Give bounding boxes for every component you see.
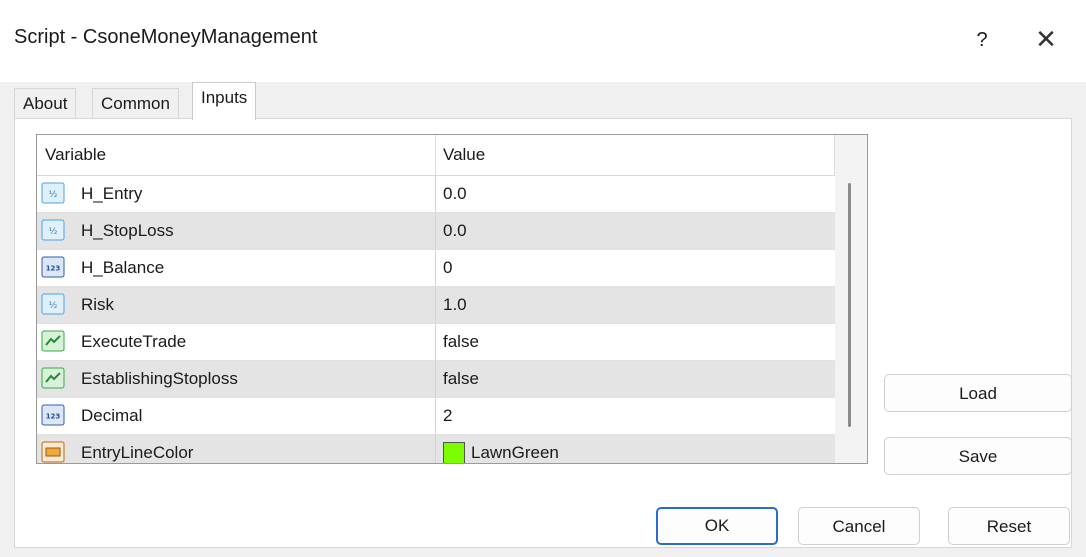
- table-row[interactable]: ½ Risk 1.0: [37, 287, 835, 324]
- load-button[interactable]: Load: [884, 374, 1072, 412]
- svg-text:½: ½: [49, 227, 58, 237]
- tab-about[interactable]: About: [14, 88, 77, 119]
- inputs-panel: Variable Value ½ H_Entry 0.0 ½ H_StopLos…: [14, 118, 1072, 548]
- cell-divider: [435, 176, 436, 212]
- variable-name: ExecuteTrade: [81, 332, 187, 351]
- color-icon: [41, 441, 65, 463]
- title-bar: Script - CsoneMoneyManagement ? ✕: [0, 0, 1086, 82]
- variable-name: EntryLineColor: [81, 443, 194, 462]
- tab-inputs[interactable]: Inputs: [192, 82, 257, 120]
- cell-divider: [435, 213, 436, 249]
- cell-divider: [435, 287, 436, 323]
- variable-value[interactable]: LawnGreen: [471, 443, 559, 463]
- table-row[interactable]: 123 H_Balance 0: [37, 250, 835, 287]
- variable-value[interactable]: false: [443, 369, 479, 389]
- save-button[interactable]: Save: [884, 437, 1072, 475]
- variable-name: H_Balance: [81, 258, 165, 277]
- window-title: Script - CsoneMoneyManagement: [14, 26, 318, 48]
- variable-name: Decimal: [81, 406, 143, 425]
- svg-text:123: 123: [46, 265, 61, 273]
- integer-icon: 123: [41, 256, 65, 278]
- variable-value[interactable]: 0: [443, 258, 452, 278]
- column-header-value[interactable]: Value: [443, 145, 485, 165]
- reset-button[interactable]: Reset: [948, 507, 1070, 545]
- variable-name: H_Entry: [81, 184, 143, 203]
- cell-divider: [435, 398, 436, 434]
- tab-common[interactable]: Common: [92, 88, 179, 119]
- close-button[interactable]: ✕: [1026, 24, 1066, 56]
- integer-icon: 123: [41, 404, 65, 426]
- table-row[interactable]: ½ H_Entry 0.0: [37, 176, 835, 213]
- variable-value[interactable]: false: [443, 332, 479, 352]
- inputs-grid: Variable Value ½ H_Entry 0.0 ½ H_StopLos…: [36, 134, 868, 464]
- variable-value[interactable]: 0.0: [443, 221, 467, 241]
- table-row[interactable]: ½ H_StopLoss 0.0: [37, 213, 835, 250]
- svg-text:123: 123: [46, 413, 61, 421]
- variable-name: EstablishingStoploss: [81, 369, 238, 388]
- variable-name: H_StopLoss: [81, 221, 174, 240]
- table-row[interactable]: EntryLineColor LawnGreen: [37, 435, 835, 463]
- svg-text:½: ½: [49, 301, 58, 311]
- cell-divider: [435, 324, 436, 360]
- grid-header: Variable Value: [37, 135, 835, 176]
- double-icon: ½: [41, 219, 65, 241]
- column-header-variable[interactable]: Variable: [45, 145, 106, 165]
- table-row[interactable]: EstablishingStoploss false: [37, 361, 835, 398]
- cancel-button[interactable]: Cancel: [798, 507, 920, 545]
- variable-name: Risk: [81, 295, 115, 314]
- table-row[interactable]: ExecuteTrade false: [37, 324, 835, 361]
- color-swatch: [443, 442, 465, 463]
- vertical-scrollbar[interactable]: [835, 135, 867, 463]
- cell-divider: [435, 361, 436, 397]
- column-divider[interactable]: [435, 135, 436, 175]
- variable-value[interactable]: 0.0: [443, 184, 467, 204]
- ok-button[interactable]: OK: [656, 507, 778, 545]
- svg-text:½: ½: [49, 190, 58, 200]
- dialog-client: About Common Inputs Variable Value ½ H_E…: [0, 82, 1086, 557]
- double-icon: ½: [41, 182, 65, 204]
- scrollbar-thumb[interactable]: [848, 183, 851, 427]
- help-button[interactable]: ?: [964, 24, 1000, 56]
- table-row[interactable]: 123 Decimal 2: [37, 398, 835, 435]
- bool-icon: [41, 367, 65, 389]
- bool-icon: [41, 330, 65, 352]
- cell-divider: [435, 435, 436, 463]
- cell-divider: [435, 250, 436, 286]
- variable-value[interactable]: 2: [443, 406, 452, 426]
- double-icon: ½: [41, 293, 65, 315]
- variable-value[interactable]: 1.0: [443, 295, 467, 315]
